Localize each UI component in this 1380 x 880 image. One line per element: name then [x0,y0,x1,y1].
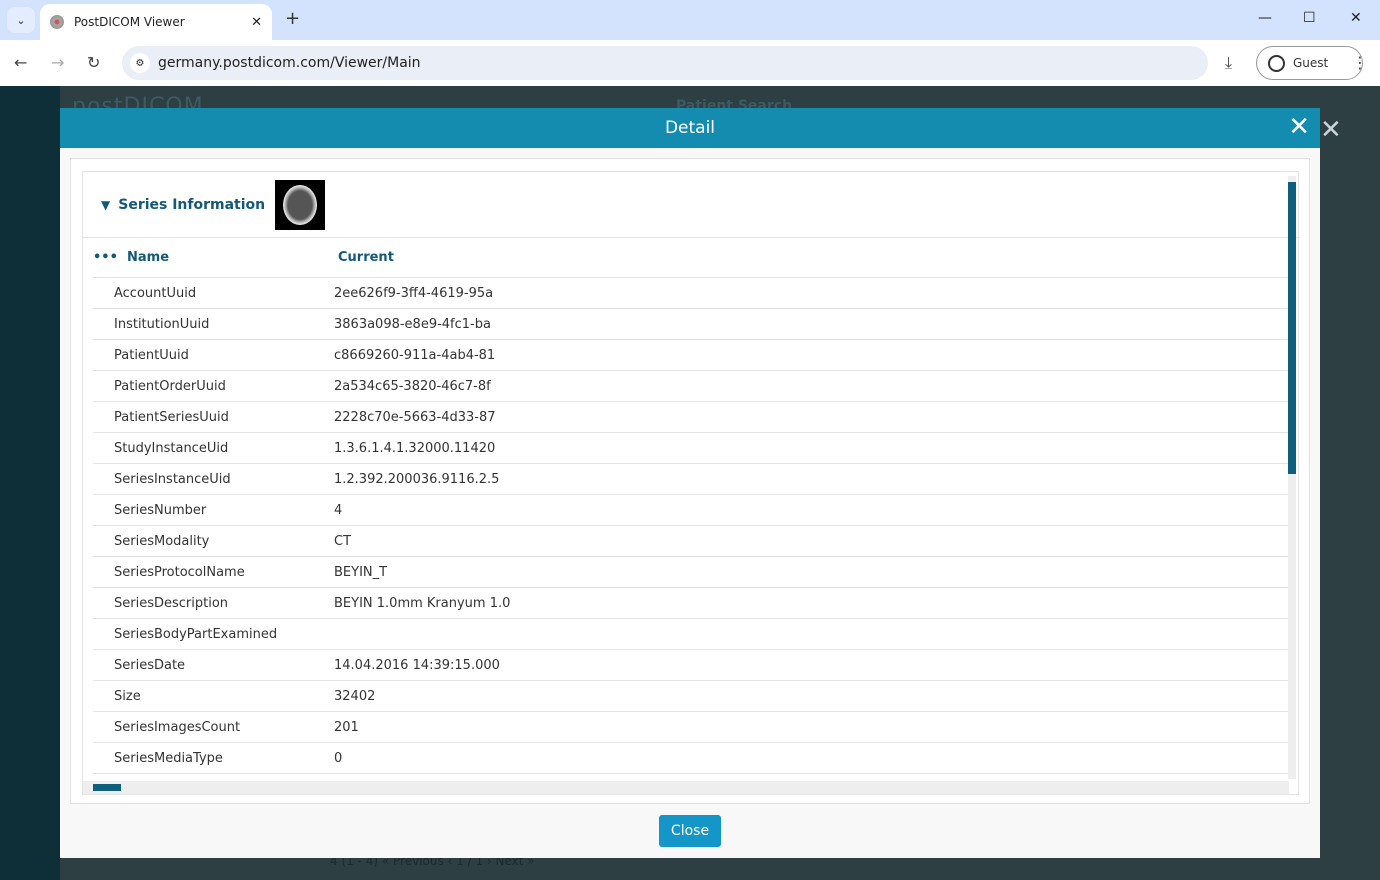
site-settings-icon[interactable]: ⚙ [130,53,150,73]
field-value: 3863a098-e8e9-4fc1-ba [334,316,491,332]
address-toolbar: ← → ↻ ⚙ germany.postdicom.com/Viewer/Mai… [0,40,1380,86]
favicon-icon [50,15,64,29]
table-row: PatientUuid c8669260-911a-4ab4-81 [93,340,1288,371]
table-row: SeriesNumber 4 [93,495,1288,526]
table-row: SeriesModality CT [93,526,1288,557]
address-bar[interactable]: ⚙ germany.postdicom.com/Viewer/Main [122,46,1208,80]
field-value: BEYIN_T [334,564,388,580]
app-sidebar [0,86,60,880]
new-tab-button[interactable]: + [285,8,300,29]
series-thumbnail [275,179,326,230]
scrollbar-thumb[interactable] [93,784,121,791]
browser-tab-bar: ⌄ PostDICOM Viewer ✕ + — ☐ ✕ [0,0,1380,40]
table-row: SeriesProtocolName BEYIN_T [93,557,1288,588]
table-row: SeriesImagesCount 201 [93,712,1288,743]
field-value: 1.3.6.1.4.1.32000.11420 [334,440,496,456]
window-close-button[interactable]: ✕ [1350,10,1362,26]
field-value: 2a534c65-3820-46c7-8f [334,378,491,394]
field-value: 2228c70e-5663-4d33-87 [334,409,496,425]
horizontal-scrollbar[interactable] [83,781,1289,794]
profile-icon [1268,55,1285,72]
field-name: AccountUuid [114,285,197,301]
scrollbar-thumb[interactable] [1288,182,1296,474]
maximize-button[interactable]: ☐ [1303,10,1316,26]
column-current: Current [338,250,394,265]
field-name: SeriesDate [114,657,186,673]
field-name: StudyInstanceUid [114,440,229,456]
field-name: PatientSeriesUuid [114,409,229,425]
field-value: 0 [334,750,343,766]
table-row: SeriesDate 14.04.2016 14:39:15.000 [93,650,1288,681]
table-header: ••• Name Current [93,238,1288,278]
url-text: germany.postdicom.com/Viewer/Main [158,55,421,71]
field-value: BEYIN 1.0mm Kranyum 1.0 [334,595,511,611]
column-menu-icon[interactable]: ••• [93,250,118,265]
series-info-panel: ▼ Series Information ••• Name Current Ac… [82,171,1299,795]
browser-tab[interactable]: PostDICOM Viewer ✕ [40,4,272,40]
field-name: SeriesMediaType [114,750,223,766]
table-row: SeriesMediaType 0 [93,743,1288,774]
field-name: SeriesNumber [114,502,207,518]
dialog-body: ▼ Series Information ••• Name Current Ac… [70,158,1310,804]
dialog-title: Detail [664,118,716,138]
forward-button[interactable]: → [51,53,64,72]
tab-title: PostDICOM Viewer [74,15,185,29]
field-name: PatientUuid [114,347,189,363]
back-button[interactable]: ← [14,53,27,72]
field-name: SeriesImagesCount [114,719,241,735]
reload-button[interactable]: ↻ [87,53,100,72]
vertical-scrollbar[interactable] [1288,176,1296,779]
table-row: SeriesBodyPartExamined [93,619,1288,650]
field-name: SeriesInstanceUid [114,471,231,487]
profile-button[interactable]: Guest [1256,46,1363,80]
field-name: SeriesBodyPartExamined [114,626,278,642]
field-name: InstitutionUuid [114,316,210,332]
field-value: CT [334,533,352,549]
collapse-triangle-icon[interactable]: ▼ [101,198,110,212]
minimize-button[interactable]: — [1258,10,1272,26]
download-icon[interactable]: ⤓ [1225,53,1232,73]
table-row: SeriesInstanceUid 1.2.392.200036.9116.2.5 [93,464,1288,495]
column-name: Name [127,250,170,265]
field-name: SeriesProtocolName [114,564,245,580]
profile-label: Guest [1293,56,1329,70]
table-row: Size 32402 [93,681,1288,712]
field-value: c8669260-911a-4ab4-81 [334,347,496,363]
table-row: SeriesDescription BEYIN 1.0mm Kranyum 1.0 [93,588,1288,619]
table-row: InstitutionUuid 3863a098-e8e9-4fc1-ba [93,309,1288,340]
tab-search-button[interactable]: ⌄ [7,7,35,33]
detail-dialog: Detail ✕ ▼ Series Information ••• Name C… [60,108,1320,858]
field-name: Size [114,688,141,704]
table-row: AccountUuid 2ee626f9-3ff4-4619-95a [93,278,1288,309]
field-name: PatientOrderUuid [114,378,226,394]
field-name: SeriesModality [114,533,210,549]
overlay-close-icon[interactable]: ✕ [1320,115,1342,145]
section-title: Series Information [118,196,266,213]
dialog-close-icon[interactable]: ✕ [1288,108,1310,146]
table-row: StudyInstanceUid 1.3.6.1.4.1.32000.11420 [93,433,1288,464]
field-value: 2ee626f9-3ff4-4619-95a [334,285,494,301]
close-button[interactable]: Close [659,815,721,847]
table-row: PatientSeriesUuid 2228c70e-5663-4d33-87 [93,402,1288,433]
field-name: SeriesDescription [114,595,229,611]
section-header[interactable]: ▼ Series Information [83,172,1298,238]
field-value: 32402 [334,688,376,704]
field-value: 201 [334,719,359,735]
field-value: 4 [334,502,343,518]
dialog-header: Detail ✕ [60,108,1320,148]
tab-close-icon[interactable]: ✕ [251,15,262,30]
field-value: 14.04.2016 14:39:15.000 [334,657,500,673]
field-value: 1.2.392.200036.9116.2.5 [334,471,500,487]
menu-icon[interactable]: ⋮ [1352,53,1368,72]
table-row: PatientOrderUuid 2a534c65-3820-46c7-8f [93,371,1288,402]
